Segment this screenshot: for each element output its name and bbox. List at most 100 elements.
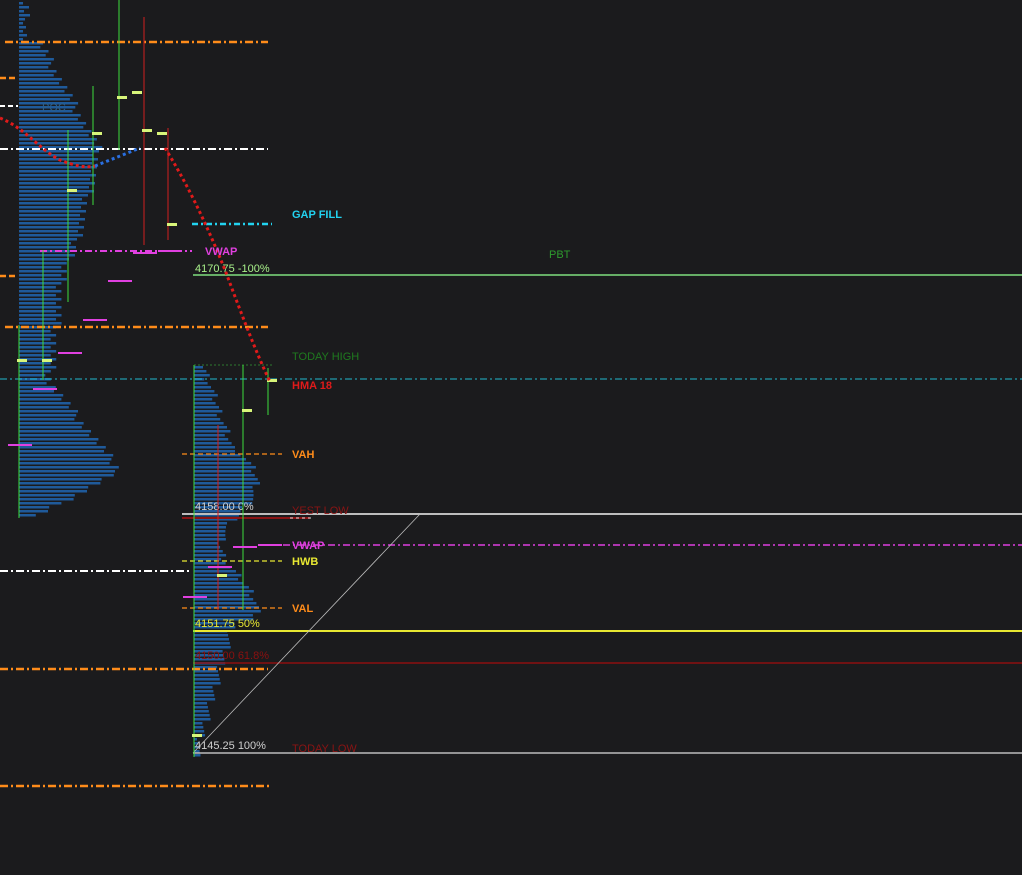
profile-row bbox=[19, 34, 27, 37]
profile-row bbox=[19, 54, 46, 57]
profile-row bbox=[19, 406, 69, 409]
profile-row bbox=[19, 418, 75, 421]
profile-row bbox=[194, 530, 226, 533]
profile-row bbox=[19, 142, 95, 145]
bar-body bbox=[92, 132, 102, 135]
profile-row bbox=[19, 282, 62, 285]
profile-row bbox=[19, 66, 49, 69]
bar-body bbox=[157, 132, 167, 135]
fib-label: 4150.00 61.8% bbox=[195, 650, 269, 662]
profile-row bbox=[19, 38, 23, 41]
bar-body bbox=[142, 129, 152, 132]
profile-row bbox=[19, 350, 57, 353]
profile-row bbox=[19, 58, 54, 61]
profile-row bbox=[19, 234, 83, 237]
profile-row bbox=[194, 522, 228, 525]
vwap-tick bbox=[83, 319, 107, 321]
profile-row bbox=[194, 410, 223, 413]
chart-background bbox=[0, 0, 1022, 870]
yest-low-label: YEST LOW bbox=[292, 505, 349, 517]
fib-label: 4158.00 0% bbox=[195, 501, 254, 513]
profile-row bbox=[194, 730, 205, 733]
profile-row bbox=[19, 178, 90, 181]
market-profile-chart[interactable]: 4170.75 -100% 4158.00 0% 4151.75 50% 415… bbox=[0, 0, 1022, 870]
profile-row bbox=[194, 558, 222, 561]
profile-row bbox=[19, 246, 76, 249]
profile-row bbox=[19, 226, 84, 229]
profile-row bbox=[19, 494, 75, 497]
profile-row bbox=[19, 126, 84, 129]
profile-row bbox=[19, 458, 112, 461]
profile-row bbox=[19, 286, 56, 289]
profile-row bbox=[194, 554, 227, 557]
profile-row bbox=[19, 390, 54, 393]
profile-row bbox=[194, 366, 203, 369]
profile-row bbox=[19, 342, 57, 345]
profile-row bbox=[194, 422, 224, 425]
profile-row bbox=[19, 366, 57, 369]
fib-label: 4170.75 -100% bbox=[195, 263, 270, 275]
bar-body bbox=[17, 359, 27, 362]
profile-row bbox=[194, 578, 239, 581]
profile-row bbox=[194, 646, 231, 649]
profile-row bbox=[19, 62, 52, 65]
profile-row bbox=[19, 370, 51, 373]
profile-row bbox=[19, 398, 62, 401]
profile-row bbox=[194, 374, 210, 377]
profile-row bbox=[194, 414, 217, 417]
profile-row bbox=[19, 466, 119, 469]
profile-row bbox=[19, 410, 78, 413]
profile-row bbox=[19, 242, 71, 245]
profile-row bbox=[194, 478, 258, 481]
profile-row bbox=[19, 30, 23, 33]
profile-row bbox=[194, 694, 215, 697]
bar-body bbox=[42, 359, 52, 362]
vwap-upper-label: VWAP bbox=[205, 246, 237, 258]
profile-row bbox=[19, 114, 81, 117]
profile-row bbox=[19, 430, 91, 433]
vwap-tick bbox=[8, 444, 32, 446]
profile-row bbox=[19, 182, 95, 185]
vwap-tick bbox=[133, 252, 157, 254]
profile-row bbox=[194, 582, 244, 585]
chart-canvas[interactable]: 4170.75 -100% 4158.00 0% 4151.75 50% 415… bbox=[0, 0, 1022, 870]
profile-row bbox=[19, 74, 54, 77]
profile-row bbox=[194, 542, 219, 545]
profile-row bbox=[194, 490, 254, 493]
profile-row bbox=[194, 426, 227, 429]
profile-row bbox=[19, 346, 51, 349]
profile-row bbox=[19, 450, 104, 453]
profile-row bbox=[194, 434, 225, 437]
profile-row bbox=[19, 274, 62, 277]
profile-row bbox=[194, 446, 235, 449]
profile-row bbox=[194, 710, 209, 713]
profile-row bbox=[194, 714, 210, 717]
profile-row bbox=[194, 546, 221, 549]
vwap-tick bbox=[233, 546, 257, 548]
profile-row bbox=[194, 686, 213, 689]
profile-row bbox=[19, 454, 114, 457]
profile-row bbox=[19, 486, 89, 489]
profile-row bbox=[194, 678, 220, 681]
profile-row bbox=[194, 562, 226, 565]
profile-row bbox=[19, 134, 89, 137]
profile-row bbox=[19, 470, 115, 473]
profile-row bbox=[194, 390, 215, 393]
profile-row bbox=[19, 222, 79, 225]
profile-row bbox=[19, 206, 81, 209]
profile-row bbox=[19, 382, 47, 385]
profile-row bbox=[19, 258, 69, 261]
vwap-tick bbox=[58, 352, 82, 354]
profile-row bbox=[194, 614, 253, 617]
profile-row bbox=[19, 434, 90, 437]
profile-row bbox=[19, 514, 36, 517]
profile-row bbox=[19, 170, 91, 173]
profile-row bbox=[19, 446, 106, 449]
vwap-tick bbox=[158, 250, 182, 252]
profile-row bbox=[19, 130, 92, 133]
profile-row bbox=[19, 70, 57, 73]
bar-body bbox=[192, 734, 202, 737]
profile-row bbox=[19, 462, 110, 465]
profile-row bbox=[19, 402, 71, 405]
profile-row bbox=[19, 318, 57, 321]
